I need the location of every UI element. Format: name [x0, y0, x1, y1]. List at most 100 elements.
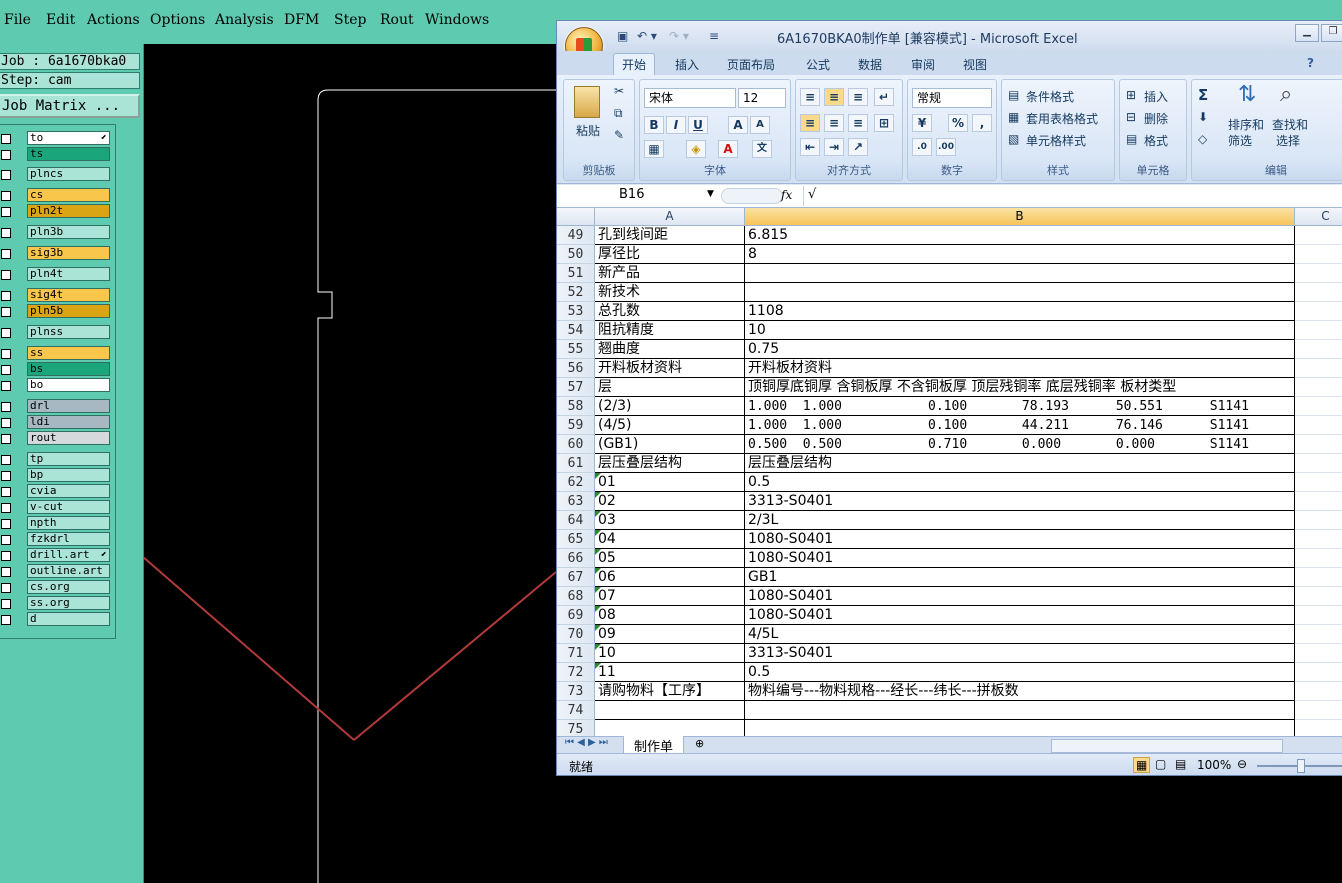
currency-icon[interactable]: ¥: [912, 114, 932, 132]
font-size-select[interactable]: 12: [738, 88, 786, 108]
cell-c[interactable]: [1295, 302, 1342, 321]
column-header-b[interactable]: B: [745, 208, 1295, 226]
menu-step[interactable]: Step: [334, 12, 366, 28]
layer-row[interactable]: cvia: [0, 484, 115, 499]
cell-c[interactable]: [1295, 663, 1342, 682]
tab-data[interactable]: 数据: [858, 56, 882, 73]
cell-c[interactable]: [1295, 378, 1342, 397]
row-header[interactable]: 62: [557, 473, 595, 492]
layer-row[interactable]: pln3b: [0, 225, 115, 240]
layer-row[interactable]: ts: [0, 147, 115, 162]
autosum-icon[interactable]: Σ: [1198, 86, 1208, 104]
cell-a[interactable]: 11: [595, 663, 745, 682]
cell-b[interactable]: 1.000 1.000 0.100 78.193 50.551 S1141: [745, 397, 1295, 416]
cell-b[interactable]: 3313-S0401: [745, 644, 1295, 663]
cell-a[interactable]: 层: [595, 378, 745, 397]
layer-name[interactable]: pln4t: [27, 267, 110, 281]
cell-c[interactable]: [1295, 549, 1342, 568]
row-header[interactable]: 71: [557, 644, 595, 663]
cell-a[interactable]: 06: [595, 568, 745, 587]
layer-checkbox[interactable]: [1, 249, 11, 259]
decrease-indent-icon[interactable]: ⇤: [800, 138, 820, 156]
fill-icon[interactable]: ⬇: [1198, 110, 1208, 124]
format-table-icon[interactable]: ▦: [1008, 110, 1019, 124]
layer-row[interactable]: d: [0, 612, 115, 627]
cell-b[interactable]: 1080-S0401: [745, 587, 1295, 606]
layer-checkbox[interactable]: [1, 519, 11, 529]
cell-c[interactable]: [1295, 264, 1342, 283]
row-header[interactable]: 49: [557, 226, 595, 245]
tab-review[interactable]: 审阅: [911, 56, 935, 73]
cell-c[interactable]: [1295, 511, 1342, 530]
align-top-icon[interactable]: ≡: [800, 88, 820, 106]
layer-row[interactable]: ss: [0, 346, 115, 361]
layer-checkbox[interactable]: [1, 150, 11, 160]
format-cells-button[interactable]: 格式: [1144, 132, 1168, 149]
zoom-slider-thumb[interactable]: [1297, 759, 1305, 773]
copy-icon[interactable]: ⧉: [614, 106, 623, 121]
cell-c[interactable]: [1295, 283, 1342, 302]
layer-checkbox[interactable]: [1, 207, 11, 217]
paste-button[interactable]: 粘贴: [576, 122, 600, 139]
percent-icon[interactable]: %: [948, 114, 968, 132]
cell-a[interactable]: 01: [595, 473, 745, 492]
layer-name[interactable]: drl: [27, 399, 110, 413]
delete-cells-button[interactable]: 删除: [1144, 110, 1168, 127]
align-center-icon[interactable]: ≡: [824, 114, 844, 132]
layer-row[interactable]: ldi: [0, 415, 115, 430]
graphic-canvas[interactable]: [144, 44, 556, 883]
layer-name[interactable]: ss.org: [27, 596, 110, 610]
select-label[interactable]: 选择: [1276, 132, 1300, 149]
find-select-icon[interactable]: ⌕: [1280, 82, 1292, 107]
layer-row[interactable]: pln4t: [0, 267, 115, 282]
page-break-view-icon[interactable]: ▤: [1175, 757, 1186, 771]
cell-b[interactable]: 物料编号---物料规格---经长---纬长---拼板数: [745, 682, 1295, 701]
cell-c[interactable]: [1295, 625, 1342, 644]
layer-checkbox[interactable]: [1, 418, 11, 428]
row-header[interactable]: 74: [557, 701, 595, 720]
layer-row[interactable]: pln5b: [0, 304, 115, 319]
menu-analysis[interactable]: Analysis: [215, 12, 274, 28]
layer-name[interactable]: ss: [27, 346, 110, 360]
underline-icon[interactable]: U: [688, 116, 708, 134]
cell-b[interactable]: 1080-S0401: [745, 530, 1295, 549]
layer-row[interactable]: cs.org: [0, 580, 115, 595]
format-table-button[interactable]: 套用表格格式: [1026, 110, 1098, 127]
layer-row[interactable]: ss.org: [0, 596, 115, 611]
menu-options[interactable]: Options: [150, 12, 205, 28]
layer-row[interactable]: v-cut: [0, 500, 115, 515]
increase-indent-icon[interactable]: ⇥: [824, 138, 844, 156]
cell-a[interactable]: 翘曲度: [595, 340, 745, 359]
menu-rout[interactable]: Rout: [380, 12, 414, 28]
cell-a[interactable]: 02: [595, 492, 745, 511]
align-bottom-icon[interactable]: ≡: [848, 88, 868, 106]
cell-b[interactable]: 开料板材资料: [745, 359, 1295, 378]
layer-checkbox[interactable]: [1, 381, 11, 391]
row-header[interactable]: 59: [557, 416, 595, 435]
cell-b[interactable]: 1.000 1.000 0.100 44.211 76.146 S1141: [745, 416, 1295, 435]
layer-checkbox[interactable]: [1, 567, 11, 577]
cell-a[interactable]: 总孔数: [595, 302, 745, 321]
layer-row[interactable]: drl: [0, 399, 115, 414]
normal-view-icon[interactable]: ▦: [1133, 757, 1151, 773]
cell-b[interactable]: 0.75: [745, 340, 1295, 359]
layer-checkbox[interactable]: [1, 270, 11, 280]
name-box-dropdown-icon[interactable]: ▼: [707, 189, 714, 199]
align-middle-icon[interactable]: ≡: [824, 88, 844, 106]
conditional-format-button[interactable]: 条件格式: [1026, 88, 1074, 105]
layer-name[interactable]: pln3b: [27, 225, 110, 239]
undo-icon[interactable]: ↶ ▾: [637, 29, 657, 43]
cell-b[interactable]: [745, 283, 1295, 302]
layer-row[interactable]: npth: [0, 516, 115, 531]
cell-c[interactable]: [1295, 359, 1342, 378]
sort-filter-icon[interactable]: ⇅: [1238, 82, 1256, 107]
layer-row[interactable]: sig4t: [0, 288, 115, 303]
tab-view[interactable]: 视图: [963, 56, 987, 73]
layer-row[interactable]: plnss: [0, 325, 115, 340]
column-header-c[interactable]: C: [1295, 208, 1342, 226]
layer-row[interactable]: bo: [0, 378, 115, 393]
column-header-a[interactable]: A: [595, 208, 745, 226]
layer-name[interactable]: ts: [27, 147, 110, 161]
layer-name[interactable]: bo: [27, 378, 110, 392]
row-header[interactable]: 65: [557, 530, 595, 549]
